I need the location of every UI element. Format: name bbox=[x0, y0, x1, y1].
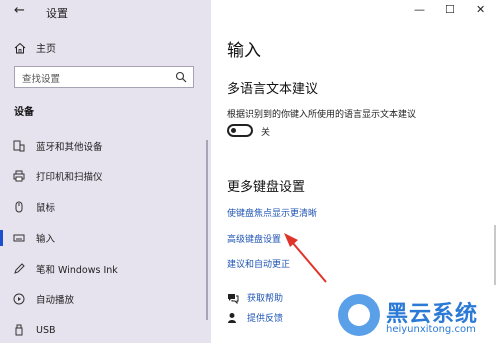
watermark-url: heiyunxitong.com bbox=[386, 324, 476, 335]
watermark: 黑云系统 heiyunxitong.com bbox=[336, 294, 500, 343]
annotation-arrow bbox=[284, 233, 327, 283]
watermark-logo-icon bbox=[338, 294, 380, 336]
